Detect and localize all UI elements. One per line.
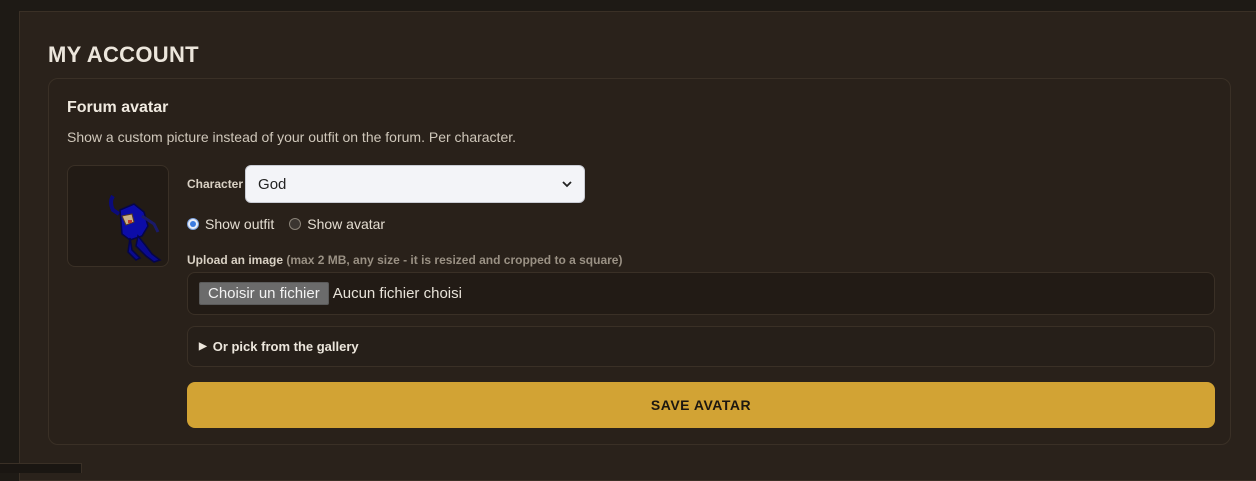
outfit-sprite-image — [109, 194, 162, 263]
gallery-disclosure[interactable]: ▶ Or pick from the gallery — [187, 326, 1215, 367]
disclosure-triangle-icon: ▶ — [199, 341, 207, 352]
upload-label-text: Upload an image — [187, 253, 284, 267]
section-description: Show a custom picture instead of your ou… — [67, 129, 517, 145]
radio-show-avatar-control[interactable] — [289, 218, 302, 230]
radio-show-outfit[interactable]: Show outfit — [187, 216, 274, 232]
radio-show-avatar-label: Show avatar — [307, 216, 386, 232]
choose-file-button[interactable]: Choisir un fichier — [199, 282, 329, 305]
radio-show-avatar[interactable]: Show avatar — [289, 216, 385, 232]
display-mode-radios: Show outfit Show avatar — [187, 216, 400, 232]
gallery-label: Or pick from the gallery — [212, 339, 359, 354]
chevron-down-icon — [562, 181, 572, 188]
file-input[interactable]: Choisir un fichier Aucun fichier choisi — [187, 272, 1215, 315]
character-select[interactable]: God — [245, 165, 586, 203]
radio-show-outfit-control[interactable] — [187, 218, 199, 230]
page-title: MY ACCOUNT — [48, 42, 199, 67]
save-avatar-button[interactable]: SAVE AVATAR — [187, 382, 1215, 428]
character-row: Character God — [187, 165, 586, 203]
account-panel: MY ACCOUNT Forum avatar Show a custom pi… — [19, 11, 1256, 481]
section-title: Forum avatar — [67, 99, 169, 116]
upload-hint: (max 2 MB, any size - it is resized and … — [286, 253, 623, 267]
upload-label: Upload an image (max 2 MB, any size - it… — [187, 253, 622, 267]
character-label: Character — [187, 177, 244, 191]
forum-avatar-card: Forum avatar Show a custom picture inste… — [48, 78, 1231, 445]
radio-show-outfit-label: Show outfit — [205, 216, 275, 232]
file-status: Aucun fichier choisi — [332, 285, 462, 302]
bottom-edge-tab — [0, 463, 82, 473]
character-select-value: God — [258, 175, 287, 193]
avatar-preview — [67, 165, 169, 267]
